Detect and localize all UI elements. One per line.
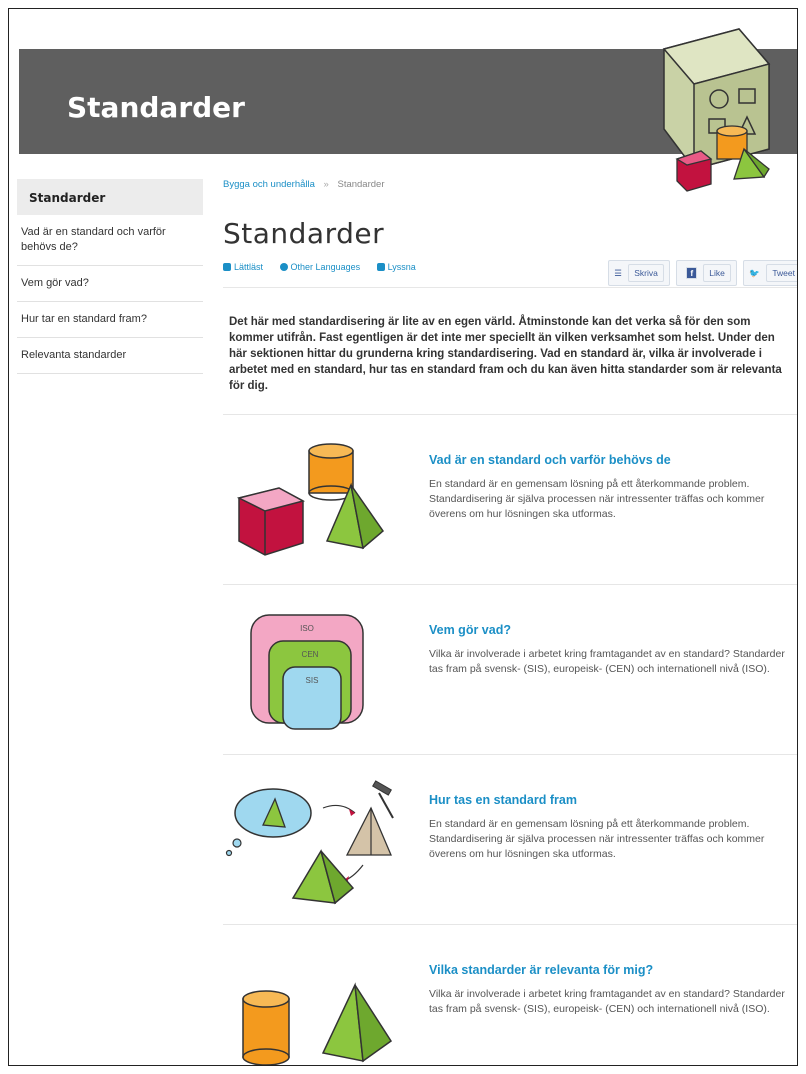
page-toolbar: Lättläst Other Languages Lyssna ☰ Skriva…	[223, 260, 797, 288]
section-vem-gor-vad: ISO CEN SIS Vem gör vad? Vilka är involv…	[223, 584, 797, 754]
sidebar-item-vem-gor-vad[interactable]: Vem gör vad?	[17, 266, 203, 302]
section-heading-hur-tas-standard-fram[interactable]: Hur tas en standard fram	[429, 793, 577, 807]
other-languages-link[interactable]: Other Languages	[279, 262, 361, 272]
section-heading-relevanta-standarder[interactable]: Vilka standarder är relevanta för mig?	[429, 963, 653, 977]
section-relevanta-standarder: Vilka standarder är relevanta för mig? V…	[223, 924, 797, 1065]
print-button[interactable]: ☰ Skriva	[608, 260, 670, 286]
other-languages-label: Other Languages	[290, 262, 361, 272]
speaker-icon	[376, 263, 385, 271]
facebook-like-button[interactable]: f Like	[676, 260, 737, 286]
sidebar-item-relevanta-standarder[interactable]: Relevanta standarder	[17, 338, 203, 374]
like-label: Like	[703, 264, 731, 282]
easy-read-link[interactable]: Lättläst	[223, 262, 263, 272]
intro-text: Det här med standardisering är lite av e…	[229, 316, 782, 392]
breadcrumb-separator: »	[323, 179, 329, 190]
facebook-icon: f	[686, 267, 698, 279]
speech-bubble-icon	[279, 263, 288, 271]
section-text-vad-ar-standard: En standard är en gemensam lösning på et…	[429, 478, 765, 520]
easy-read-label: Lättläst	[234, 262, 264, 272]
banner-title: Standarder	[67, 91, 245, 124]
section-text-relevanta-standarder: Vilka är involverade i arbetet kring fra…	[429, 988, 785, 1015]
section-vad-ar-standard: Vad är en standard och varför behövs de …	[223, 414, 797, 584]
sidebar-item-vad-ar-standard[interactable]: Vad är en standard och varför behövs de?	[17, 215, 203, 266]
section-text-vem-gor-vad: Vilka är involverade i arbetet kring fra…	[429, 648, 785, 675]
share-buttons: ☰ Skriva f Like 🐦 Tweet	[604, 260, 797, 286]
iso-label: ISO	[300, 624, 314, 633]
shapes-illustration	[236, 443, 385, 556]
page-frame: Standarder Standarder Vad är en standard…	[8, 8, 798, 1066]
listen-link[interactable]: Lyssna	[376, 262, 416, 272]
nested-levels-illustration: ISO CEN SIS	[250, 614, 364, 730]
section-hur-tas-standard-fram: Hur tas en standard fram En standard är …	[223, 754, 797, 924]
tweet-label: Tweet	[766, 264, 797, 282]
main-content: Bygga och underhålla » Standarder Standa…	[223, 179, 797, 1065]
section-heading-vad-ar-standard[interactable]: Vad är en standard och varför behövs de	[429, 453, 671, 467]
shape-sorter-illustration	[662, 28, 771, 192]
sis-label: SIS	[306, 676, 319, 685]
breadcrumb-parent-link[interactable]: Bygga och underhålla	[223, 179, 315, 190]
breadcrumb-current: Standarder	[337, 179, 385, 190]
page-title: Standarder	[223, 217, 385, 250]
process-illustration	[225, 780, 394, 905]
sidebar-item-standarder[interactable]: Standarder	[17, 179, 203, 215]
cen-label: CEN	[302, 650, 319, 659]
tweet-button[interactable]: 🐦 Tweet	[743, 260, 797, 286]
easy-read-icon	[223, 263, 231, 271]
sidebar-item-hur-tar-standard-fram[interactable]: Hur tar en standard fram?	[17, 302, 203, 338]
sidebar: Standarder Vad är en standard och varför…	[17, 179, 203, 374]
section-heading-vem-gor-vad[interactable]: Vem gör vad?	[429, 623, 511, 637]
section-text-hur-tas-standard-fram: En standard är en gemensam lösning på et…	[429, 818, 765, 860]
print-label: Skriva	[628, 264, 664, 282]
listen-label: Lyssna	[387, 262, 416, 272]
cylinder-pyramid-illustration	[242, 982, 393, 1065]
breadcrumb: Bygga och underhålla » Standarder	[223, 179, 797, 197]
